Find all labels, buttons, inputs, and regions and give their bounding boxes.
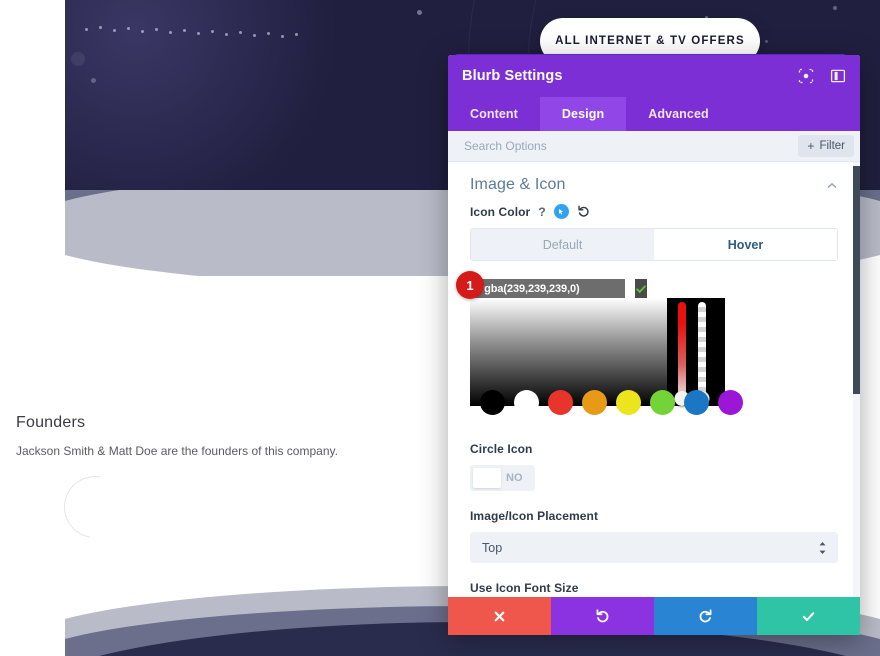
filter-button[interactable]: + Filter	[798, 135, 854, 157]
select-arrows-icon	[818, 541, 827, 555]
step-badge-1: 1	[456, 271, 484, 299]
blurb-settings-modal: Blurb Settings Content Design Advanced +	[448, 55, 860, 635]
icon-font-size-label: Use Icon Font Size	[470, 581, 579, 595]
color-picker: 1	[448, 271, 860, 415]
tab-advanced[interactable]: Advanced	[626, 97, 731, 131]
modal-tabs: Content Design Advanced	[448, 97, 860, 131]
section-image-and-icon[interactable]: Image & Icon	[448, 162, 860, 204]
reset-icon[interactable]	[577, 205, 590, 218]
placement-field: Image/Icon Placement Top	[448, 509, 860, 563]
modal-header: Blurb Settings	[448, 55, 860, 97]
founders-blurb: Founders Jackson Smith & Matt Doe are th…	[16, 414, 346, 460]
icon-color-field: Icon Color ? Default Hover	[448, 204, 860, 261]
redo-button[interactable]	[654, 597, 757, 635]
modal-title: Blurb Settings	[462, 68, 563, 84]
circle-icon-label: Circle Icon	[470, 442, 533, 456]
tab-design[interactable]: Design	[539, 97, 627, 131]
scrollbar-thumb[interactable]	[853, 166, 860, 394]
modal-body: Image & Icon Icon Color ? Default Hover …	[448, 162, 860, 597]
settings-scroll-area: Image & Icon Icon Color ? Default Hover …	[448, 162, 860, 597]
circle-icon-field: Circle Icon NO	[448, 420, 860, 509]
default-hover-tabs: Default Hover	[470, 228, 838, 261]
help-icon[interactable]: ?	[538, 206, 545, 218]
icon-font-size-field: Use Icon Font Size YES	[448, 581, 860, 597]
cancel-button[interactable]	[448, 597, 551, 635]
hue-slider[interactable]	[674, 302, 690, 406]
swatch-white[interactable]	[514, 390, 539, 415]
hero-star	[91, 78, 96, 83]
swatch-purple[interactable]	[718, 390, 743, 415]
tab-default[interactable]: Default	[471, 229, 654, 260]
hover-state-icon[interactable]	[553, 204, 569, 219]
toggle-knob	[473, 468, 501, 488]
placement-select[interactable]: Top	[470, 532, 838, 563]
swatch-green[interactable]	[650, 390, 675, 415]
icon-color-label: Icon Color	[470, 204, 531, 219]
circle-icon-toggle[interactable]: NO	[470, 465, 535, 491]
tab-content[interactable]: Content	[448, 97, 540, 131]
modal-header-icons	[798, 68, 846, 84]
settings-scrollbar[interactable]	[853, 162, 860, 597]
color-value-input[interactable]	[470, 281, 635, 296]
color-confirm-button[interactable]	[635, 279, 647, 298]
decorative-arc	[51, 463, 139, 551]
undo-button[interactable]	[551, 597, 654, 635]
search-input[interactable]	[462, 138, 799, 154]
placement-label: Image/Icon Placement	[470, 509, 599, 523]
icon-color-label-row: Icon Color ?	[470, 204, 838, 219]
hero-star	[765, 40, 768, 43]
alpha-slider[interactable]	[694, 302, 710, 406]
placement-value: Top	[482, 540, 503, 555]
chevron-up-icon[interactable]	[826, 179, 838, 191]
color-gradient-area[interactable]	[470, 298, 743, 415]
swatch-black[interactable]	[480, 390, 505, 415]
layout-toggle-icon[interactable]	[830, 68, 846, 84]
hero-dot-trail	[85, 26, 325, 38]
modal-footer	[448, 597, 860, 635]
swatch-yellow[interactable]	[616, 390, 641, 415]
swatch-blue[interactable]	[684, 390, 709, 415]
color-value-row	[470, 279, 647, 298]
plus-icon: +	[807, 139, 815, 153]
all-offers-label: ALL INTERNET & TV OFFERS	[555, 35, 745, 47]
founders-title: Founders	[16, 414, 86, 431]
swatch-red[interactable]	[548, 390, 573, 415]
tab-hover[interactable]: Hover	[654, 229, 837, 260]
focus-icon[interactable]	[798, 68, 814, 84]
filter-label: Filter	[819, 140, 845, 152]
section-title: Image & Icon	[470, 176, 566, 193]
hero-star	[417, 10, 422, 15]
hero-star	[833, 6, 837, 10]
color-swatches	[480, 390, 743, 415]
circle-icon-state: NO	[506, 472, 523, 484]
search-bar: + Filter	[448, 131, 860, 162]
hero-star	[71, 52, 85, 66]
save-button[interactable]	[757, 597, 860, 635]
swatch-orange[interactable]	[582, 390, 607, 415]
founders-text: Jackson Smith & Matt Doe are the founder…	[16, 444, 338, 458]
